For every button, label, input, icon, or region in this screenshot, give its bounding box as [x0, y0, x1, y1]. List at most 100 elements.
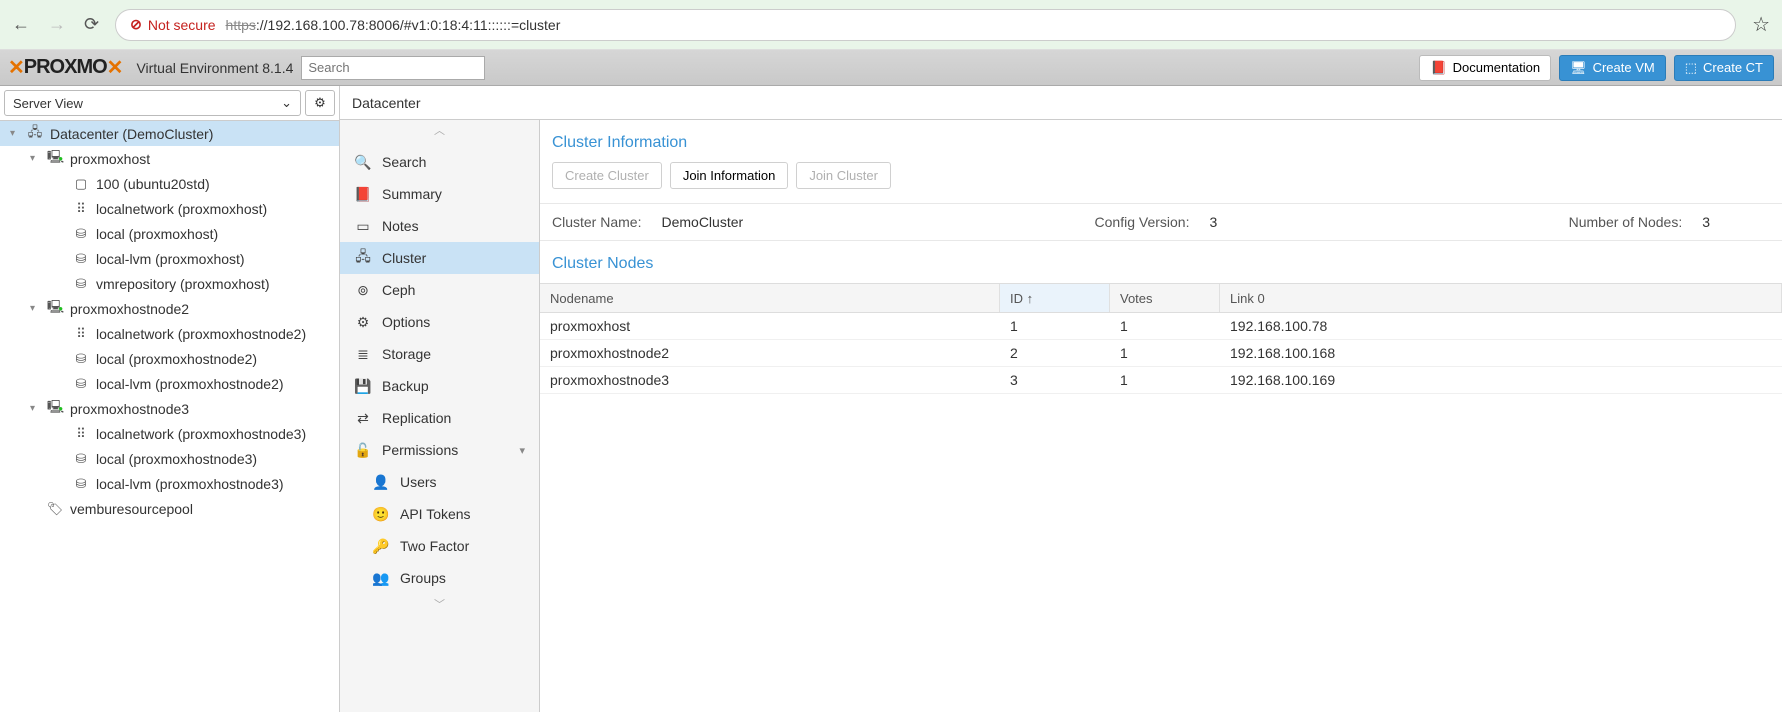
tree-item[interactable]: 🏷vemburesourcepool [0, 496, 339, 521]
col-id[interactable]: ID ↑ [1000, 284, 1110, 312]
tree-item[interactable]: ⛁ local-lvm (proxmoxhostnode2) [0, 371, 339, 396]
table-row[interactable]: proxmoxhostnode221192.168.100.168 [540, 340, 1782, 367]
table-row[interactable]: proxmoxhostnode331192.168.100.169 [540, 367, 1782, 394]
menu-scroll-down[interactable]: ﹀ [340, 594, 539, 614]
forward-icon[interactable]: → [48, 14, 66, 35]
menu-item-search[interactable]: 🔍Search [340, 146, 539, 178]
bookmark-icon[interactable]: ☆ [1752, 12, 1770, 37]
menu-item-notes[interactable]: ▭Notes [340, 210, 539, 242]
tree-item-label: localnetwork (proxmoxhostnode3) [96, 426, 306, 442]
chevron-down-icon: ▾ [519, 444, 525, 457]
resource-tree: ▾🖧Datacenter (DemoCluster)▾🖳proxmoxhost▢… [0, 121, 339, 712]
config-version-label: Config Version: [1095, 214, 1190, 230]
tree-item[interactable]: ⛁local-lvm (proxmoxhost) [0, 246, 339, 271]
menu-label: Notes [382, 218, 419, 234]
view-selector[interactable]: Server View⌄ [4, 90, 301, 116]
tree-item[interactable]: ⛁vmrepository (proxmoxhost) [0, 271, 339, 296]
node-icon: ⛁ [72, 476, 90, 492]
tree-item[interactable]: ⛁local (proxmoxhostnode3) [0, 446, 339, 471]
table-row[interactable]: proxmoxhost11192.168.100.78 [540, 313, 1782, 340]
tree-item-label: Datacenter (DemoCluster) [50, 126, 213, 142]
tree-item-label: localnetwork (proxmoxhost) [96, 201, 267, 217]
not-secure-badge: Not secure [130, 16, 215, 33]
back-icon[interactable]: ← [12, 14, 30, 35]
cell-votes: 1 [1110, 345, 1220, 361]
breadcrumb: Datacenter [340, 86, 1782, 120]
cell-link: 192.168.100.78 [1220, 318, 1782, 334]
tree-item[interactable]: ⠿localnetwork (proxmoxhostnode3) [0, 421, 339, 446]
cell-votes: 1 [1110, 318, 1220, 334]
tree-item-label: proxmoxhostnode2 [70, 301, 189, 317]
menu-item-replication[interactable]: ⇄Replication [340, 402, 539, 434]
tree-item[interactable]: ⛁local (proxmoxhost) [0, 221, 339, 246]
menu-label: Two Factor [400, 538, 469, 554]
menu-label: Cluster [382, 250, 426, 266]
menu-scroll-up[interactable]: ︿ [340, 120, 539, 140]
search-input[interactable] [301, 56, 485, 80]
menu-item-backup[interactable]: 💾Backup [340, 370, 539, 402]
menu-item-two-factor[interactable]: 🔑 Two Factor [340, 530, 539, 562]
node-icon: ⛁ [72, 276, 90, 292]
tree-item[interactable]: ▾🖳proxmoxhostnode3 [0, 396, 339, 421]
create-vm-button[interactable]: 🖥Create VM [1559, 55, 1666, 81]
node-icon: ▢ [72, 176, 90, 192]
node-icon: 🖧 [26, 123, 44, 145]
tree-item[interactable]: ⛁local (proxmoxhostnode2) [0, 346, 339, 371]
tree-item-label: proxmoxhostnode3 [70, 401, 189, 417]
menu-item-options[interactable]: ⚙Options [340, 306, 539, 338]
monitor-icon: 🖥 [1570, 60, 1587, 76]
node-icon: ⛁ [72, 376, 90, 392]
menu-item-api-tokens[interactable]: 🙂API Tokens [340, 498, 539, 530]
node-count-value: 3 [1702, 214, 1710, 230]
col-nodename[interactable]: Nodename [540, 284, 1000, 312]
proxmox-logo: ✕PROXMO✕ [8, 55, 122, 80]
config-version-value: 3 [1209, 214, 1217, 230]
col-votes[interactable]: Votes [1110, 284, 1220, 312]
cell-id: 3 [1000, 372, 1110, 388]
cluster-name-label: Cluster Name: [552, 214, 641, 230]
main-content: Cluster Information Create Cluster Join … [540, 120, 1782, 712]
tree-item[interactable]: ▾🖳proxmoxhost [0, 146, 339, 171]
browser-bar: ← → ⟳ Not secure https://192.168.100.78:… [0, 0, 1782, 50]
menu-item-ceph[interactable]: ⊚Ceph [340, 274, 539, 306]
join-cluster-button[interactable]: Join Cluster [796, 162, 891, 189]
menu-item-users[interactable]: 👤Users [340, 466, 539, 498]
menu-icon: 🔍 [354, 154, 372, 171]
menu-item-cluster[interactable]: 🖧Cluster [340, 242, 539, 274]
menu-item-summary[interactable]: 📕Summary [340, 178, 539, 210]
chevron-down-icon: ⌄ [281, 95, 292, 111]
tree-item[interactable]: ⛁local-lvm (proxmoxhostnode3) [0, 471, 339, 496]
tree-item[interactable]: ⠿ localnetwork (proxmoxhost) [0, 196, 339, 221]
menu-icon: ⇄ [354, 410, 372, 427]
create-cluster-button[interactable]: Create Cluster [552, 162, 662, 189]
node-icon: ⠿ [72, 201, 90, 217]
address-bar[interactable]: Not secure https://192.168.100.78:8006/#… [115, 9, 1736, 41]
menu-item-permissions[interactable]: 🔓Permissions▾ [340, 434, 539, 466]
reload-icon[interactable]: ⟳ [84, 14, 99, 35]
col-link0[interactable]: Link 0 [1220, 284, 1782, 312]
tree-item[interactable]: ▾🖳proxmoxhostnode2 [0, 296, 339, 321]
app-header: ✕PROXMO✕ Virtual Environment 8.1.4 📕Docu… [0, 50, 1782, 86]
url-text: https://192.168.100.78:8006/#v1:0:18:4:1… [226, 17, 561, 33]
create-ct-button[interactable]: ⬚Create CT [1674, 55, 1774, 81]
join-information-button[interactable]: Join Information [670, 162, 789, 189]
menu-icon: 🔑 [372, 538, 390, 555]
tree-item[interactable]: ▾🖧Datacenter (DemoCluster) [0, 121, 339, 146]
tree-item[interactable]: ⠿localnetwork (proxmoxhostnode2) [0, 321, 339, 346]
tree-settings-button[interactable]: ⚙ [305, 90, 335, 116]
documentation-button[interactable]: 📕Documentation [1419, 55, 1551, 81]
node-icon: ⛁ [72, 251, 90, 267]
gear-icon: ⚙ [314, 95, 326, 111]
menu-label: Backup [382, 378, 429, 394]
resource-tree-panel: Server View⌄ ⚙ ▾🖧Datacenter (DemoCluster… [0, 86, 340, 712]
menu-icon: 👤 [372, 474, 390, 491]
tree-item-label: local (proxmoxhostnode2) [96, 351, 257, 367]
tree-item[interactable]: ▢100 (ubuntu20std) [0, 171, 339, 196]
cluster-info-title: Cluster Information [540, 120, 1782, 162]
menu-label: Permissions [382, 442, 458, 458]
menu-item-storage[interactable]: ≣Storage [340, 338, 539, 370]
tree-item-label: local-lvm (proxmoxhostnode2) [96, 376, 284, 392]
menu-icon: ≣ [354, 346, 372, 363]
cluster-info-row: Cluster Name:DemoCluster Config Version:… [540, 204, 1782, 241]
menu-item-groups[interactable]: 👥Groups [340, 562, 539, 594]
